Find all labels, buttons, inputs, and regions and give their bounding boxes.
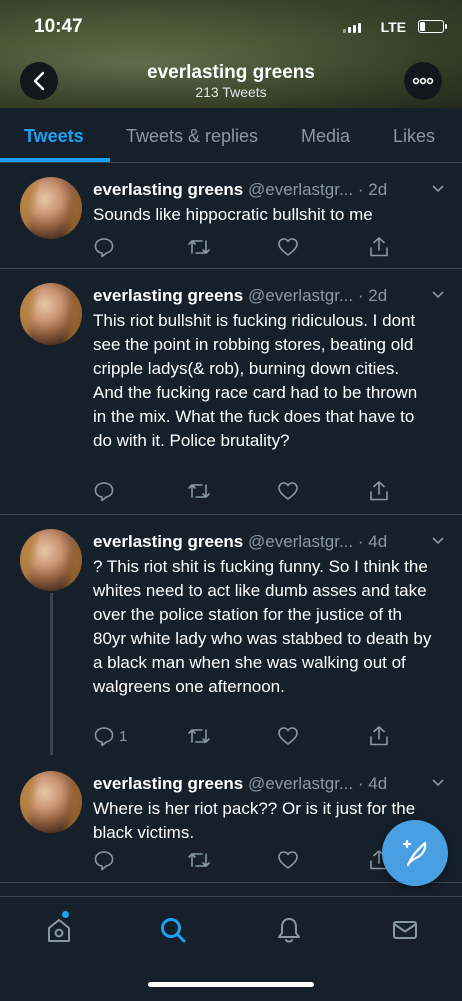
reply-icon xyxy=(94,482,114,502)
tweet-header: everlasting greens @everlastgr... · 4d xyxy=(93,531,443,553)
avatar[interactable] xyxy=(20,283,82,345)
bell-icon xyxy=(278,918,300,943)
header-title-block: everlasting greens 213 Tweets xyxy=(0,62,462,100)
tweet-time: · 2d xyxy=(357,286,388,305)
tweet-header: everlasting greens @everlastgr... · 2d xyxy=(93,285,443,307)
reply-icon xyxy=(94,851,114,871)
tweet-item[interactable]: everlasting greens @everlastgr... · 4d ?… xyxy=(0,515,462,755)
tweet-time: · 4d xyxy=(357,532,388,551)
share-icon xyxy=(370,237,388,257)
compose-tweet-button[interactable] xyxy=(382,820,448,886)
tab-tweets-replies[interactable]: Tweets & replies xyxy=(126,126,258,147)
tweet-item[interactable]: everlasting greens @everlastgr... · 2d S… xyxy=(0,163,462,269)
home-icon xyxy=(48,919,70,942)
compose-tweet-icon xyxy=(402,839,427,867)
status-bar: 10:47 LTE xyxy=(0,0,462,54)
tab-likes[interactable]: Likes xyxy=(393,126,435,147)
tweet-author-handle: @everlastgr... xyxy=(247,532,354,551)
like-icon xyxy=(278,851,298,869)
mail-icon xyxy=(393,921,417,939)
retweet-icon xyxy=(188,729,210,743)
retweet-button[interactable] xyxy=(187,848,211,872)
status-time: 10:47 xyxy=(34,16,83,37)
share-button[interactable] xyxy=(369,479,389,503)
tweet-text: Sounds like hippocratic bullshit to me xyxy=(93,205,373,224)
tweet-author-handle: @everlastgr... xyxy=(247,180,354,199)
share-button[interactable] xyxy=(369,235,389,259)
nav-home[interactable] xyxy=(44,915,74,945)
tweet-item[interactable]: everlasting greens @everlastgr... · 2d T… xyxy=(0,269,462,515)
reply-button[interactable] xyxy=(93,235,119,259)
tweet-author-name[interactable]: everlasting greens xyxy=(93,532,243,551)
retweet-icon xyxy=(188,484,210,498)
tweet-header: everlasting greens @everlastgr... · 2d xyxy=(93,179,443,201)
like-button[interactable] xyxy=(277,848,299,872)
share-button[interactable] xyxy=(369,724,389,748)
tweet-text: This riot bullshit is fucking ridiculous… xyxy=(93,311,418,450)
tweet-text: Where is her riot pack?? Or is it just f… xyxy=(93,799,416,842)
tab-media[interactable]: Media xyxy=(301,126,350,147)
share-icon xyxy=(370,481,388,501)
retweet-button[interactable] xyxy=(187,235,211,259)
reply-count: 1 xyxy=(119,727,128,745)
tweet-text: ? This riot shit is fucking funny. So I … xyxy=(93,557,432,696)
like-icon xyxy=(278,482,298,500)
retweet-button[interactable] xyxy=(187,724,211,748)
active-tab-indicator xyxy=(0,158,110,162)
avatar[interactable] xyxy=(20,177,82,239)
profile-tabs: Tweets Tweets & replies Media Likes xyxy=(0,108,462,163)
tweet-author-name[interactable]: everlasting greens xyxy=(93,286,243,305)
like-icon xyxy=(278,238,298,256)
tweet-actions xyxy=(93,235,433,259)
reply-icon xyxy=(94,727,114,747)
search-icon xyxy=(161,918,186,943)
chevron-down-icon[interactable] xyxy=(432,779,444,787)
retweet-icon xyxy=(188,853,210,867)
tweet-actions: 1 xyxy=(93,724,433,748)
tweet-author-handle: @everlastgr... xyxy=(247,286,354,305)
nav-notifications[interactable] xyxy=(274,915,304,945)
avatar[interactable] xyxy=(20,771,82,833)
nav-search[interactable] xyxy=(158,915,188,945)
tweet-time: · 2d xyxy=(357,180,388,199)
share-icon xyxy=(370,726,388,746)
network-label: LTE xyxy=(380,19,406,35)
page-title: everlasting greens xyxy=(147,62,315,83)
reply-button[interactable] xyxy=(93,479,119,503)
tweet-actions xyxy=(93,479,433,503)
like-button[interactable] xyxy=(277,724,299,748)
tweet-author-handle: @everlastgr... xyxy=(247,774,354,793)
chevron-down-icon[interactable] xyxy=(432,185,444,193)
like-button[interactable] xyxy=(277,479,299,503)
chevron-down-icon[interactable] xyxy=(432,291,444,299)
tweet-author-name[interactable]: everlasting greens xyxy=(93,774,243,793)
new-content-indicator xyxy=(62,911,69,918)
thread-connector xyxy=(50,593,53,755)
nav-messages[interactable] xyxy=(390,915,420,945)
like-icon xyxy=(278,727,298,745)
chevron-down-icon[interactable] xyxy=(432,537,444,545)
more-dots-icon xyxy=(412,77,434,85)
retweet-button[interactable] xyxy=(187,479,211,503)
tweet-time: · 4d xyxy=(357,774,388,793)
tweet-header: everlasting greens @everlastgr... · 4d xyxy=(93,773,443,795)
avatar[interactable] xyxy=(20,529,82,591)
reply-button[interactable] xyxy=(93,848,119,872)
tweet-count: 213 Tweets xyxy=(195,84,267,100)
reply-icon xyxy=(94,238,114,258)
like-button[interactable] xyxy=(277,235,299,259)
tab-tweets[interactable]: Tweets xyxy=(24,126,84,147)
retweet-icon xyxy=(188,240,210,254)
signal-icon xyxy=(343,23,361,33)
reply-button[interactable]: 1 xyxy=(93,724,127,748)
home-indicator xyxy=(148,982,314,987)
battery-icon xyxy=(418,20,447,33)
more-options-button[interactable] xyxy=(404,62,442,100)
tweet-author-name[interactable]: everlasting greens xyxy=(93,180,243,199)
